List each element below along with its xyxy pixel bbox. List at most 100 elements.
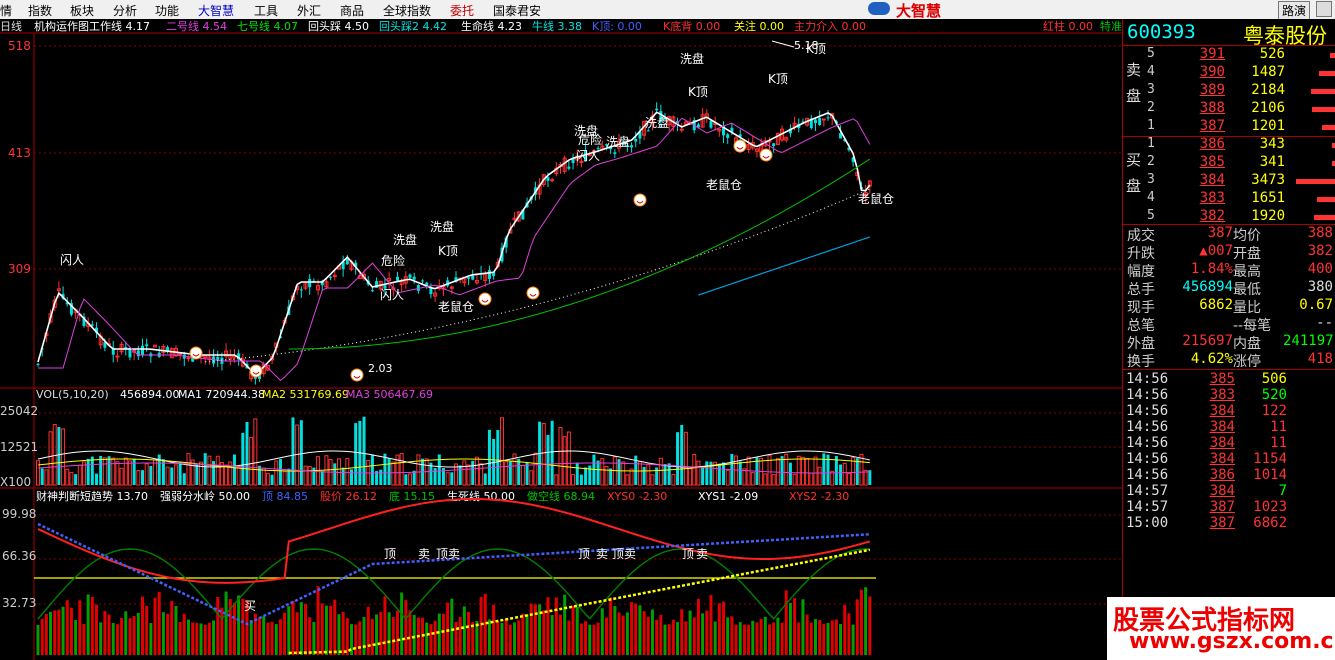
indicator-bar: [287, 606, 291, 655]
indicator-bar: [646, 616, 650, 655]
indicator-bar: [600, 608, 604, 655]
indicator-bar: [191, 622, 195, 655]
indicator-bar: [592, 624, 596, 655]
ind-signal: 卖: [418, 547, 430, 561]
volume-bar: [241, 432, 245, 485]
menu-item[interactable]: 国泰君安: [493, 2, 541, 19]
menu-item[interactable]: 指数: [28, 2, 52, 19]
menu-item[interactable]: 板块: [70, 2, 94, 19]
volume-bar: [1319, 71, 1335, 76]
indicator-bar: [747, 624, 751, 655]
tick-row: 14:56 384 11: [1123, 419, 1335, 435]
volume-bar: [471, 460, 475, 485]
volume-bar: [95, 473, 99, 485]
candle-body: [709, 120, 713, 128]
indicator-legend: 牛线 3.38: [532, 19, 582, 33]
ind-signal: 顶卖: [436, 547, 460, 561]
smiley-icon: [350, 368, 364, 382]
window-control-icon[interactable]: [1316, 1, 1332, 17]
tick-price: 384: [1209, 435, 1235, 451]
volume-bar: [57, 427, 61, 485]
volume-bar: [676, 432, 680, 485]
candle-body: [630, 145, 634, 148]
stat-value: 418: [1307, 351, 1333, 367]
candle-body: [308, 278, 312, 288]
stat-label: 成交: [1127, 228, 1155, 244]
tick-row: 14:57 387 1023: [1123, 499, 1335, 515]
candle-body: [145, 344, 149, 347]
menu-item[interactable]: 大智慧: [198, 2, 234, 19]
ind-signal: 顶卖: [612, 547, 636, 561]
indicator-bar: [713, 621, 717, 655]
indicator-bar: [132, 616, 136, 655]
menu-item[interactable]: 商品: [340, 2, 364, 19]
indicator-bar: [107, 614, 111, 655]
ind-signal: 卖: [596, 547, 608, 561]
tick-volume: 7: [1278, 483, 1287, 499]
volume-bar: [663, 464, 667, 485]
ind-signal: 顶: [578, 547, 590, 561]
price-value: 388: [1199, 100, 1225, 116]
indicator-bar: [462, 606, 466, 655]
indicator-bar: [400, 592, 404, 655]
indicator-bar: [182, 613, 186, 655]
stat-value: 388: [1307, 225, 1333, 241]
smiley-icon: [633, 193, 647, 207]
indicator-bar: [742, 624, 746, 655]
route-button[interactable]: 路演: [1278, 1, 1311, 20]
volume-bar: [299, 420, 303, 485]
volume-bar: [412, 470, 416, 485]
indicator-legend: K顶: 0.00: [592, 20, 642, 33]
indicator-bar: [425, 622, 429, 655]
candle-body: [634, 139, 638, 142]
chart-area[interactable]: 日线 机构运作图工作线 4.17 二号线 4.54 七号线 4.07 回头踩 4.50 回…: [0, 19, 1122, 660]
indicator-bar: [65, 600, 69, 655]
tick-price: 384: [1209, 483, 1235, 499]
indicator-bar: [492, 604, 496, 655]
volume-bar: [437, 454, 441, 485]
volume-bar: [1330, 53, 1335, 58]
tick-time: 14:57: [1126, 499, 1169, 515]
menu-item[interactable]: 分析: [113, 2, 137, 19]
indicator-bar: [847, 613, 851, 655]
menu-item[interactable]: 全球指数: [383, 2, 431, 19]
indicator-bar: [788, 602, 792, 655]
ind-legend: 做空线 68.94: [527, 489, 595, 503]
candle-body: [818, 117, 822, 125]
indicator-bar: [726, 617, 730, 655]
menu-item[interactable]: 外汇: [297, 2, 321, 19]
stat-value: --: [1316, 315, 1333, 331]
indicator-bar: [446, 602, 450, 655]
indicator-bar: [324, 605, 328, 655]
ask-row: 3 389 2184: [1147, 82, 1335, 100]
menu-item[interactable]: 功能: [155, 2, 179, 19]
watermark-url: www.gszx.com.cn: [1129, 629, 1335, 654]
volume-bar: [350, 469, 353, 485]
volume-bar: [291, 417, 295, 485]
stat-row: 外盘 215697 内盘 241197: [1123, 333, 1335, 352]
indicator-bar: [258, 617, 262, 655]
tick-time: 14:56: [1126, 451, 1169, 467]
indicator-bar: [554, 597, 558, 655]
menu-item[interactable]: 情: [0, 2, 12, 19]
menu-item[interactable]: 委托: [450, 2, 474, 19]
tick-row: 14:56 383 520: [1123, 387, 1335, 403]
volume-bar: [178, 462, 182, 485]
high-label: 5.18: [794, 39, 819, 52]
indicator-bar: [69, 607, 73, 655]
signal-label: K顶: [688, 85, 708, 99]
indicator-bar: [546, 597, 550, 655]
volume-bar: [40, 468, 44, 485]
indicator-bar: [291, 600, 295, 655]
signal-label: 洗盘: [606, 134, 630, 149]
price-value: 382: [1199, 208, 1225, 224]
indicator-bar: [496, 621, 500, 655]
indicator-bar: [40, 618, 44, 655]
menu-item[interactable]: 工具: [254, 2, 278, 19]
indicator-bar: [149, 623, 153, 655]
indicator-bar: [379, 611, 383, 655]
ask-row: 5 391 526: [1147, 46, 1335, 64]
stat-label: 开盘: [1233, 246, 1261, 262]
indicator-bar: [609, 597, 613, 655]
volume-bar: [195, 464, 199, 485]
